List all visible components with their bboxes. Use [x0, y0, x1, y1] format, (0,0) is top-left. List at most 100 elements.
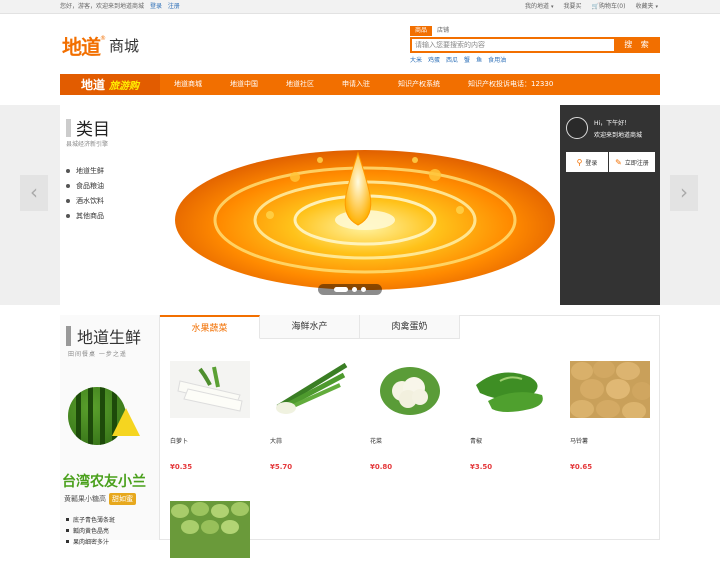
top-login-link[interactable]: 登录: [150, 3, 162, 10]
welcome-text: 您好，游客，欢迎来到地道商城: [60, 3, 145, 10]
product-image-pepper: [470, 361, 550, 418]
tab-fruit-veg[interactable]: 水果蔬菜: [160, 315, 260, 339]
hot-word[interactable]: 蟹: [464, 55, 470, 64]
slider-dot[interactable]: [361, 287, 366, 292]
pencil-icon: ✎: [615, 157, 622, 167]
category-list: 地道生鲜 食品粮油 酒水饮料 其他商品: [66, 163, 104, 223]
search-button[interactable]: 搜 索: [616, 37, 660, 53]
product-name[interactable]: 马铃薯: [570, 436, 650, 445]
section-title: 地道生鲜: [66, 324, 141, 348]
chevron-down-icon: ▾: [550, 4, 554, 10]
bullet-icon: [66, 168, 70, 173]
category-subtitle: 县城经济新引擎: [66, 141, 109, 148]
promo-feature: 瓤肉黄色晶亮: [66, 525, 115, 536]
product-price: ¥0.35: [170, 463, 193, 471]
category-item[interactable]: 酒水饮料: [66, 193, 104, 208]
product-card[interactable]: [170, 501, 250, 576]
product-image-garlic: [270, 361, 350, 418]
cart-icon: 🛒: [591, 3, 599, 10]
logo-mark: 地道: [62, 34, 101, 59]
nav-item-mall[interactable]: 地道商城: [160, 74, 216, 95]
chevron-down-icon: ▾: [655, 4, 658, 10]
tab-seafood[interactable]: 海鲜水产: [260, 315, 360, 339]
product-price: ¥0.80: [370, 463, 393, 471]
product-name[interactable]: 青椒: [470, 436, 550, 445]
nav-item-apply[interactable]: 申请入驻: [328, 74, 384, 95]
nav-items: 地道商城 地道中国 地道社区 申请入驻 知识产权系统 知识产权投诉电话：1233…: [160, 74, 567, 95]
hot-word[interactable]: 西瓜: [446, 55, 458, 64]
oil-splash-image: [175, 150, 555, 290]
site-logo[interactable]: 地道 ® 商城: [62, 32, 140, 59]
logo-reg: ®: [100, 34, 106, 42]
my-didao-menu[interactable]: 我的地道 ▾: [525, 0, 554, 14]
register-button[interactable]: ✎ 立即注册: [609, 152, 655, 172]
category-title-bar: [66, 118, 71, 137]
top-register-link[interactable]: 注册: [168, 3, 180, 10]
nav-item-ip-system[interactable]: 知识产权系统: [384, 74, 454, 95]
product-image-radish: [170, 361, 250, 418]
search-tabs: 商品 店铺: [410, 26, 454, 36]
hot-words: 大米 鸡蛋 西瓜 蟹 鱼 食用油: [410, 55, 506, 64]
bullet-icon: [66, 198, 70, 203]
bullet-icon: [66, 213, 70, 218]
section-subtitle: 田间餐桌 一步之遥: [68, 351, 127, 358]
promo-feature: 底子青色薄条斑: [66, 514, 115, 525]
search-tab-goods[interactable]: 商品: [410, 26, 433, 36]
logo-text: 商城: [109, 36, 140, 55]
nav-item-community[interactable]: 地道社区: [272, 74, 328, 95]
nav-item-china[interactable]: 地道中国: [216, 74, 272, 95]
cart-link[interactable]: 🛒购物车(0): [591, 0, 625, 14]
slider-prev-button[interactable]: ‹: [20, 175, 48, 211]
user-welcome: 欢迎来到地道商城: [594, 132, 643, 139]
promo-features: 底子青色薄条斑 瓤肉黄色晶亮 果肉细密多汁: [66, 514, 115, 547]
product-card[interactable]: 青椒 ¥3.50: [470, 361, 550, 471]
hot-word[interactable]: 鸡蛋: [428, 55, 440, 64]
product-card[interactable]: 大蒜 ¥5.70: [270, 361, 350, 471]
favorites-menu[interactable]: 收藏夹 ▾: [635, 0, 658, 14]
hot-word[interactable]: 食用油: [488, 55, 506, 64]
slider-dot[interactable]: [352, 287, 357, 292]
promo-feature: 果肉细密多汁: [66, 536, 115, 547]
tab-meat-egg[interactable]: 肉禽蛋奶: [360, 315, 460, 339]
slider-dot[interactable]: [334, 287, 348, 292]
product-name[interactable]: 花菜: [370, 436, 450, 445]
top-bar: 您好，游客，欢迎来到地道商城 登录 注册 我的地道 ▾ 我要买 🛒购物车(0) 收…: [0, 0, 720, 14]
section-title-bar: [66, 326, 71, 346]
nav-brand[interactable]: 地道 旅游购: [60, 74, 160, 95]
product-card[interactable]: 白萝卜 ¥0.35: [170, 361, 250, 471]
bullet-icon: [66, 540, 69, 543]
avatar: [566, 117, 588, 139]
product-image-beans: [170, 501, 250, 558]
category-item[interactable]: 地道生鲜: [66, 163, 104, 178]
product-card[interactable]: 花菜 ¥0.80: [370, 361, 450, 471]
banner-slider[interactable]: [170, 105, 560, 305]
hot-word[interactable]: 鱼: [476, 55, 482, 64]
melon-slice-image: [112, 408, 140, 436]
product-price: ¥3.50: [470, 463, 493, 471]
bullet-icon: [66, 183, 70, 188]
promo-tag: 甜如蜜: [109, 493, 136, 505]
product-card[interactable]: 马铃薯 ¥0.65: [570, 361, 650, 471]
promo-line: 黄瓤果小糖高 甜如蜜: [64, 493, 136, 505]
product-image-potato: [570, 361, 650, 418]
promo-title: 台湾农友小兰: [62, 474, 146, 490]
nav-brand-main: 地道: [80, 78, 105, 92]
product-name[interactable]: 白萝卜: [170, 436, 250, 445]
category-title: 类目: [66, 115, 110, 140]
nav-item-ip-hotline[interactable]: 知识产权投诉电话：12330: [454, 74, 567, 95]
bullet-icon: [66, 518, 69, 521]
search-input[interactable]: 请输入您要搜索的内容: [410, 37, 616, 53]
section-tabs: 水果蔬菜 海鲜水产 肉禽蛋奶: [160, 315, 460, 339]
user-icon: ⚲: [576, 157, 583, 167]
login-button[interactable]: ⚲ 登录: [566, 152, 608, 172]
category-item[interactable]: 其他商品: [66, 208, 104, 223]
i-want-buy-link[interactable]: 我要买: [563, 0, 581, 14]
category-item[interactable]: 食品粮油: [66, 178, 104, 193]
hot-word[interactable]: 大米: [410, 55, 422, 64]
search-tab-shops[interactable]: 店铺: [432, 26, 454, 36]
slider-next-button[interactable]: ›: [670, 175, 698, 211]
slider-dots: [318, 284, 382, 295]
user-greeting: Hi，下午好！: [594, 120, 631, 127]
product-name[interactable]: 大蒜: [270, 436, 350, 445]
product-price: ¥0.65: [570, 463, 593, 471]
